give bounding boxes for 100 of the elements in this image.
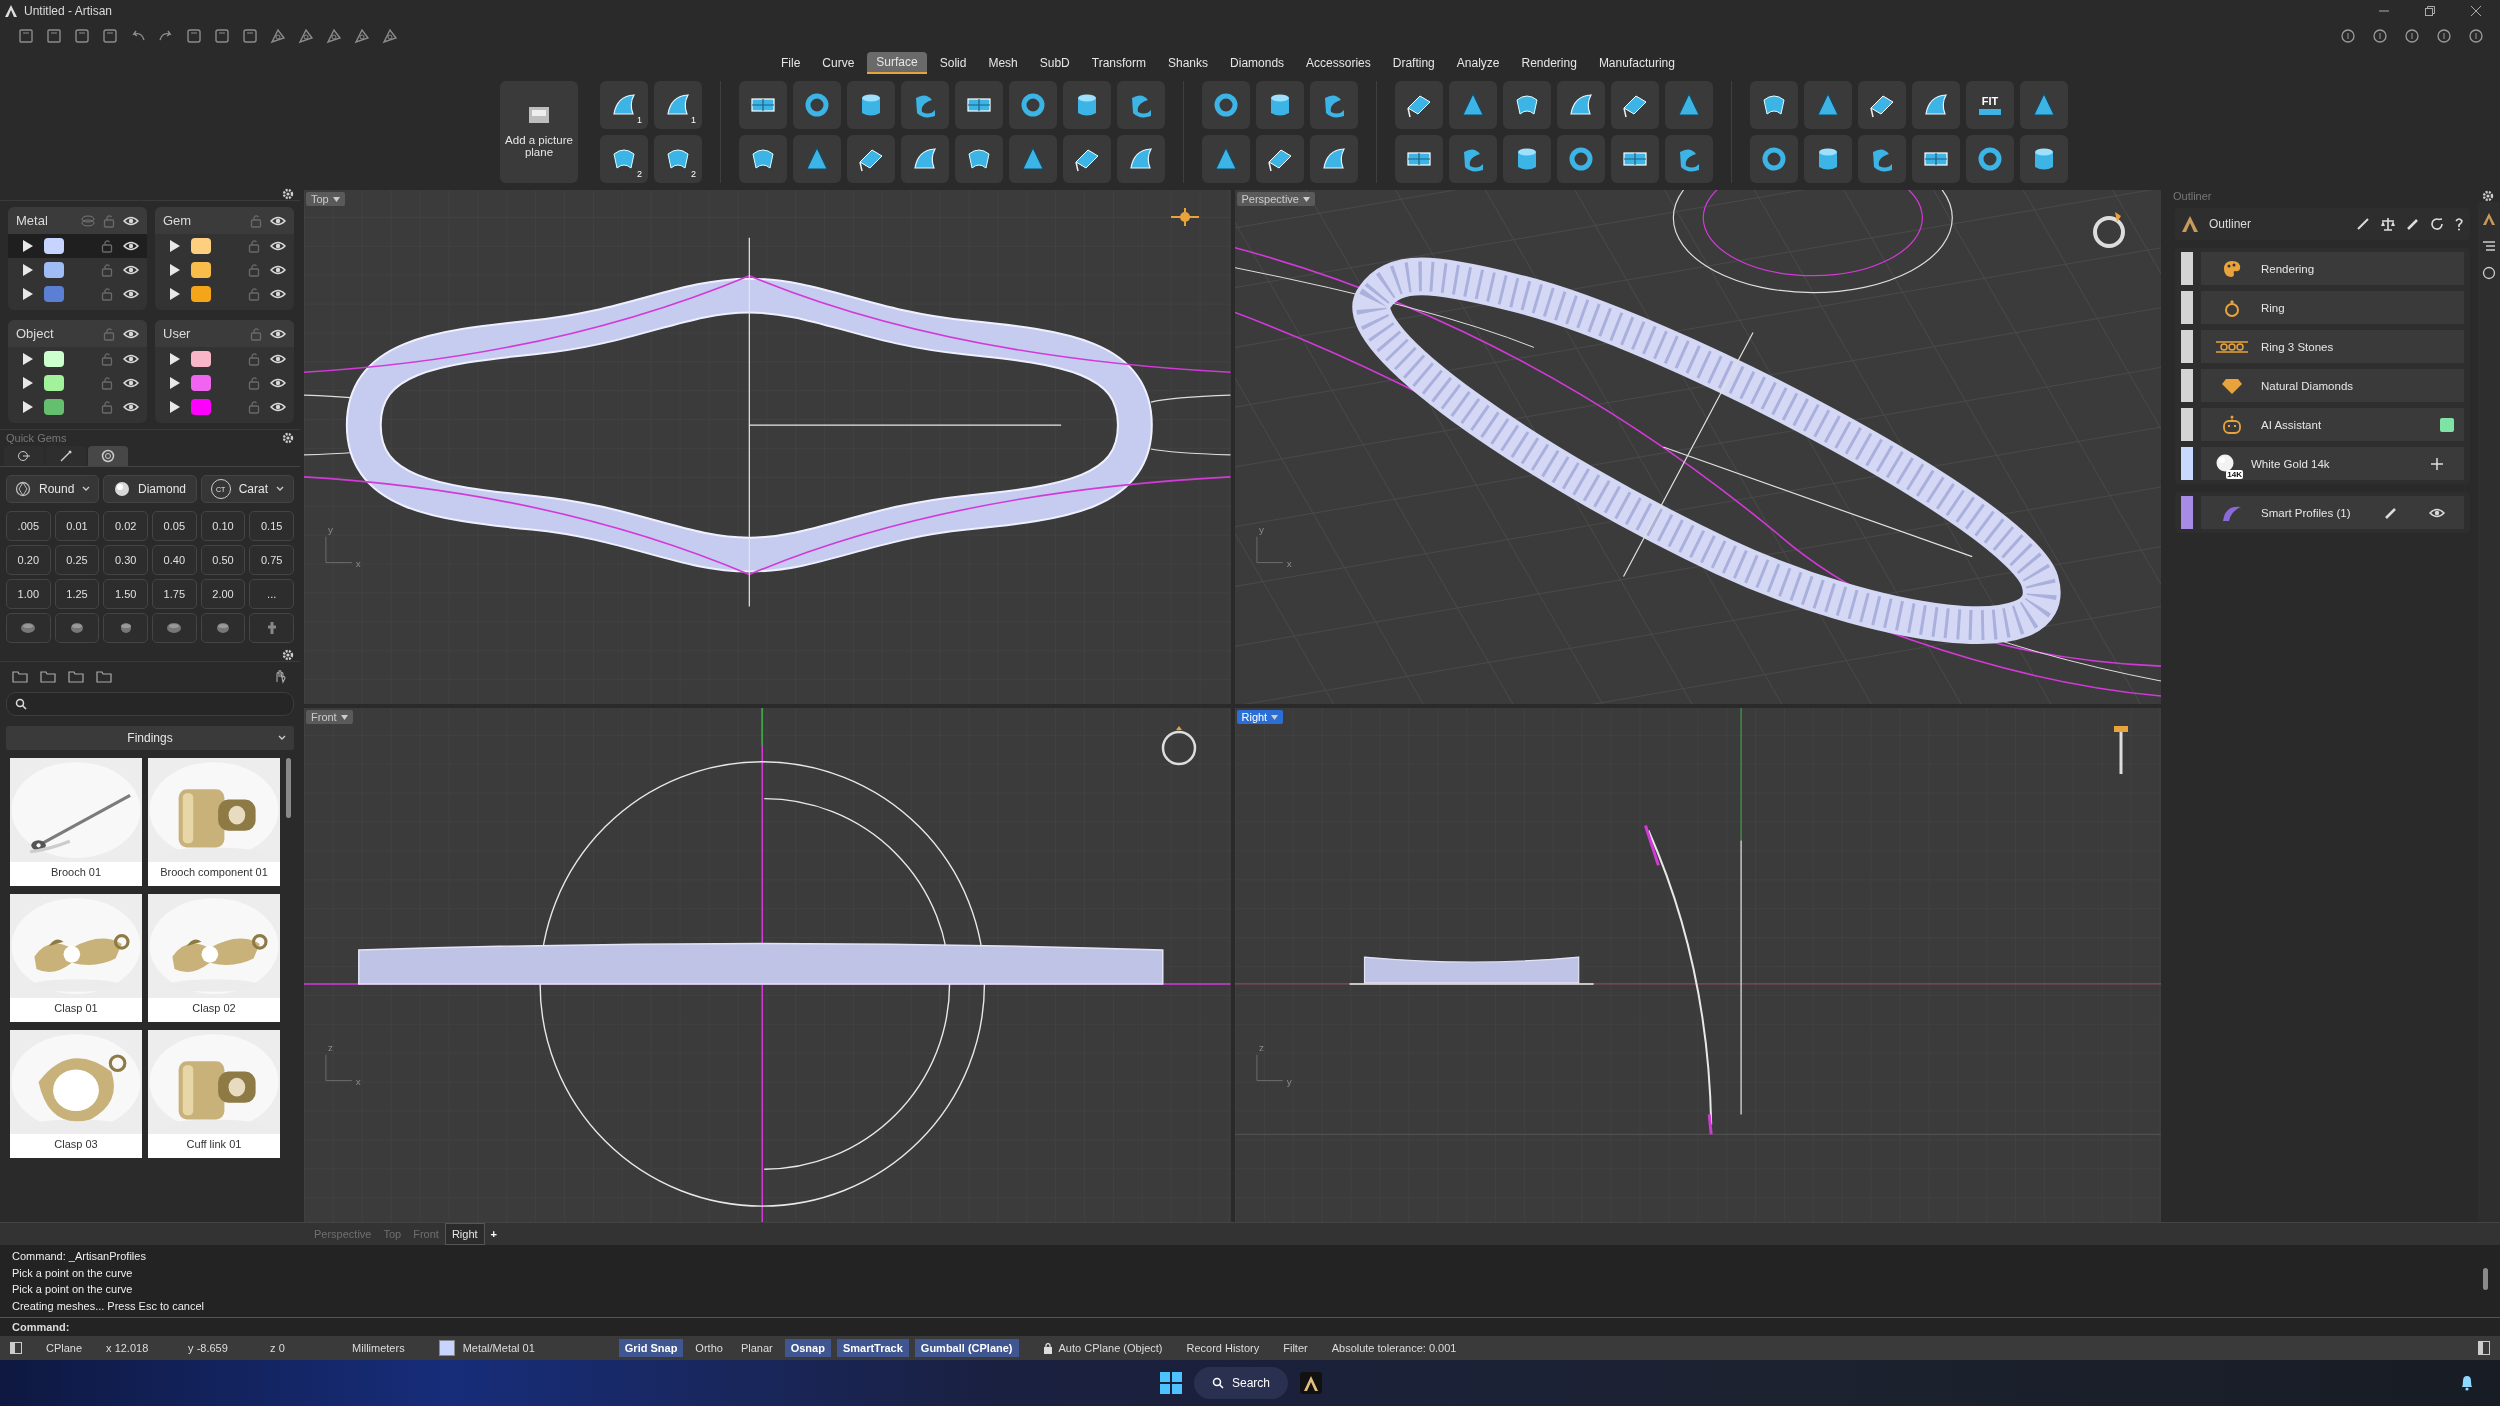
outliner-item[interactable]: Rendering [2201, 252, 2464, 285]
menu-tab[interactable]: Diamonds [1221, 53, 1294, 73]
eye-icon[interactable] [123, 264, 139, 276]
tool-button[interactable] [1750, 81, 1798, 129]
eye-icon[interactable] [270, 353, 286, 365]
tool-button[interactable] [1202, 81, 1250, 129]
eye-icon[interactable] [123, 327, 139, 340]
eye-icon[interactable] [270, 288, 286, 300]
eye-icon[interactable] [270, 401, 286, 413]
size-button[interactable]: 0.50 [200, 545, 246, 575]
viewport-label[interactable]: Perspective [1236, 192, 1315, 206]
tool-button[interactable] [847, 135, 895, 183]
tool-button[interactable] [1117, 135, 1165, 183]
tool-button[interactable] [1912, 135, 1960, 183]
tool-button[interactable] [847, 81, 895, 129]
windows-start-icon[interactable] [1160, 1372, 1182, 1394]
gem-shape-button[interactable] [54, 613, 100, 643]
outliner-item[interactable]: Ring 3 Stones [2201, 330, 2464, 363]
library-item[interactable]: Brooch 01 [10, 758, 142, 886]
tool-button[interactable] [1912, 81, 1960, 129]
play-icon[interactable] [22, 352, 34, 366]
size-button[interactable]: 0.75 [249, 545, 294, 575]
tool-button[interactable] [739, 135, 787, 183]
size-button[interactable]: 0.01 [54, 511, 100, 541]
play-icon[interactable] [22, 287, 34, 301]
play-icon[interactable] [169, 239, 181, 253]
layer-row[interactable] [8, 234, 147, 258]
gem-dropdown[interactable]: Diamond [103, 475, 197, 503]
eye-icon[interactable] [270, 240, 286, 252]
tool-button[interactable] [1117, 81, 1165, 129]
menu-tab[interactable]: Solid [930, 53, 976, 73]
tool-button[interactable] [1449, 81, 1497, 129]
eye-icon[interactable] [270, 264, 286, 276]
layer-color-swatch[interactable] [191, 375, 211, 391]
gem-shape-button[interactable] [103, 613, 148, 643]
eye-icon[interactable] [270, 214, 286, 227]
category-dropdown[interactable]: Findings [6, 726, 294, 750]
outliner-item[interactable]: 14K White Gold 14k [2201, 447, 2464, 480]
app-logo-icon[interactable] [1300, 1372, 1323, 1394]
eye-icon[interactable] [123, 288, 139, 300]
tool-button[interactable] [2020, 81, 2068, 129]
size-button[interactable]: 1.50 [103, 579, 148, 609]
eye-icon[interactable] [123, 214, 139, 227]
eye-icon[interactable] [270, 327, 286, 340]
outliner-item[interactable]: Natural Diamonds [2201, 369, 2464, 402]
settings-icon[interactable] [282, 432, 294, 444]
menu-tab[interactable]: Drafting [1383, 53, 1444, 73]
tool-button[interactable] [793, 81, 841, 129]
size-button[interactable]: 0.40 [152, 545, 197, 575]
status-toggle[interactable]: SmartTrack [836, 1339, 909, 1357]
gem-dropdown[interactable]: Round [6, 475, 100, 503]
tool-button[interactable] [1009, 135, 1057, 183]
eye-icon[interactable] [270, 377, 286, 389]
layer-color-swatch[interactable] [44, 238, 64, 254]
status-toggle[interactable]: Planar [734, 1339, 779, 1357]
size-button[interactable]: 1.00 [6, 579, 51, 609]
menu-tab[interactable]: Surface [867, 52, 927, 74]
gem-shape-button[interactable] [152, 613, 197, 643]
status-toggle[interactable]: Gumball (CPlane) [914, 1339, 1019, 1357]
outliner-item[interactable]: Smart Profiles (1) [2201, 496, 2464, 529]
outliner-item[interactable]: AI Assistant [2201, 408, 2464, 441]
status-toggle[interactable]: Grid Snap [618, 1339, 684, 1357]
tool-button[interactable] [1611, 81, 1659, 129]
size-button[interactable]: ... [249, 579, 294, 609]
settings-icon[interactable] [282, 649, 294, 661]
layer-color-swatch[interactable] [44, 375, 64, 391]
layer-color-swatch[interactable] [44, 351, 64, 367]
library-item[interactable]: Clasp 02 [148, 894, 280, 1022]
panel-toggle-icon[interactable] [10, 1342, 22, 1354]
pipette-icon[interactable] [2356, 217, 2370, 231]
layer-color-swatch[interactable] [191, 262, 211, 278]
panel-tab[interactable] [88, 446, 128, 466]
play-icon[interactable] [22, 239, 34, 253]
gem-shape-button[interactable] [249, 613, 294, 643]
circle-icon[interactable] [2482, 266, 2496, 280]
tool-button[interactable] [1665, 81, 1713, 129]
tool-button[interactable] [955, 135, 1003, 183]
viewport-label[interactable]: Right [1236, 710, 1284, 724]
tool-button[interactable] [1395, 135, 1443, 183]
layer-color-swatch[interactable] [191, 399, 211, 415]
restore-icon[interactable] [2424, 5, 2436, 17]
eye-icon[interactable] [123, 401, 139, 413]
status-toggle[interactable]: Osnap [784, 1339, 831, 1357]
size-button[interactable]: 0.25 [54, 545, 100, 575]
refresh-icon[interactable] [2430, 217, 2444, 231]
menu-tab[interactable]: Accessories [1297, 53, 1380, 73]
tool-button[interactable] [1611, 135, 1659, 183]
tool-button[interactable] [1858, 135, 1906, 183]
size-button[interactable]: 0.20 [6, 545, 51, 575]
tool-button[interactable]: 1 [654, 81, 702, 129]
status-toggle[interactable]: Ortho [689, 1339, 729, 1357]
tool-button[interactable] [793, 135, 841, 183]
eye-icon[interactable] [123, 240, 139, 252]
viewport[interactable]: Perspective y x [1234, 190, 2161, 704]
tool-button[interactable] [1395, 81, 1443, 129]
panel-toggle-icon[interactable] [2478, 1341, 2490, 1355]
play-icon[interactable] [22, 263, 34, 277]
view-tab[interactable]: Right [444, 1223, 485, 1245]
viewport[interactable]: Front z x [304, 708, 1231, 1222]
tool-button[interactable] [1202, 135, 1250, 183]
